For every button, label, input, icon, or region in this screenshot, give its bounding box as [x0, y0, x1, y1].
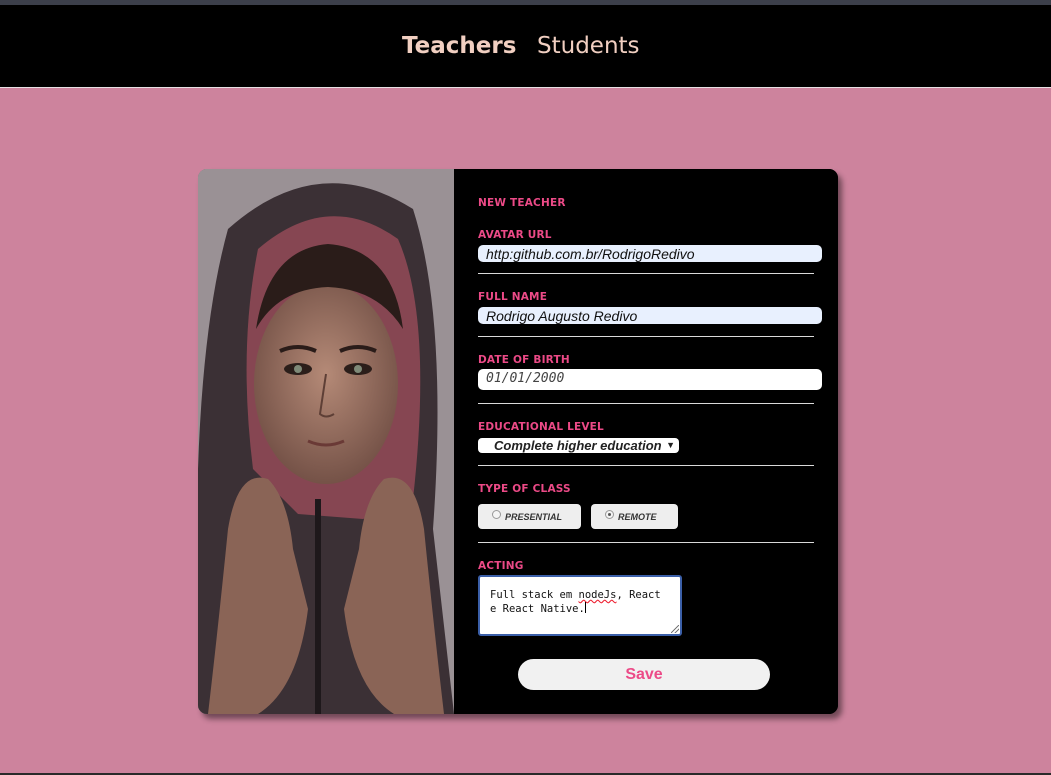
divider — [478, 465, 814, 466]
radio-unchecked-icon — [492, 510, 501, 519]
nav-link-teachers[interactable]: Teachers — [402, 33, 516, 59]
educational-level-label: EDUCATIONAL LEVEL — [478, 421, 604, 433]
dropdown-arrow-icon: ▼ — [666, 440, 675, 450]
avatar-url-label: AVATAR URL — [478, 229, 552, 241]
form-title: NEW TEACHER — [478, 197, 566, 209]
full-name-label: FULL NAME — [478, 291, 548, 303]
educational-level-value: Complete higher education — [494, 438, 662, 453]
teacher-form: NEW TEACHER AVATAR URL FULL NAME DATE OF… — [454, 169, 838, 714]
avatar-illustration — [198, 169, 454, 714]
top-nav: Teachers Students — [0, 5, 1051, 88]
avatar-url-input[interactable] — [478, 245, 822, 262]
radio-remote[interactable]: REMOTE — [591, 504, 678, 529]
avatar-photo — [198, 169, 454, 714]
nav-link-students[interactable]: Students — [537, 33, 640, 59]
date-of-birth-label: DATE OF BIRTH — [478, 354, 570, 366]
type-of-class-label: TYPE OF CLASS — [478, 483, 571, 495]
educational-level-select[interactable]: Complete higher education ▼ — [478, 438, 679, 453]
date-of-birth-input[interactable]: 01/01/2000 — [478, 369, 822, 390]
divider — [478, 403, 814, 404]
resize-grip-icon[interactable] — [671, 625, 679, 633]
radio-remote-label: REMOTE — [618, 512, 657, 522]
save-button[interactable]: Save — [518, 659, 770, 690]
acting-text-start: Full stack em — [490, 589, 579, 601]
text-cursor — [584, 602, 586, 613]
radio-presential[interactable]: PRESENTIAL — [478, 504, 581, 529]
acting-text-misspelled: nodeJs — [578, 589, 617, 601]
divider — [478, 273, 814, 274]
divider — [478, 542, 814, 543]
radio-presential-label: PRESENTIAL — [505, 512, 563, 522]
divider — [478, 336, 814, 337]
teacher-form-card: NEW TEACHER AVATAR URL FULL NAME DATE OF… — [198, 169, 838, 714]
radio-checked-icon — [605, 510, 614, 519]
acting-textarea[interactable]: Full stack em nodeJs, React e React Nati… — [478, 575, 682, 636]
acting-label: ACTING — [478, 560, 524, 572]
full-name-input[interactable] — [478, 307, 822, 324]
